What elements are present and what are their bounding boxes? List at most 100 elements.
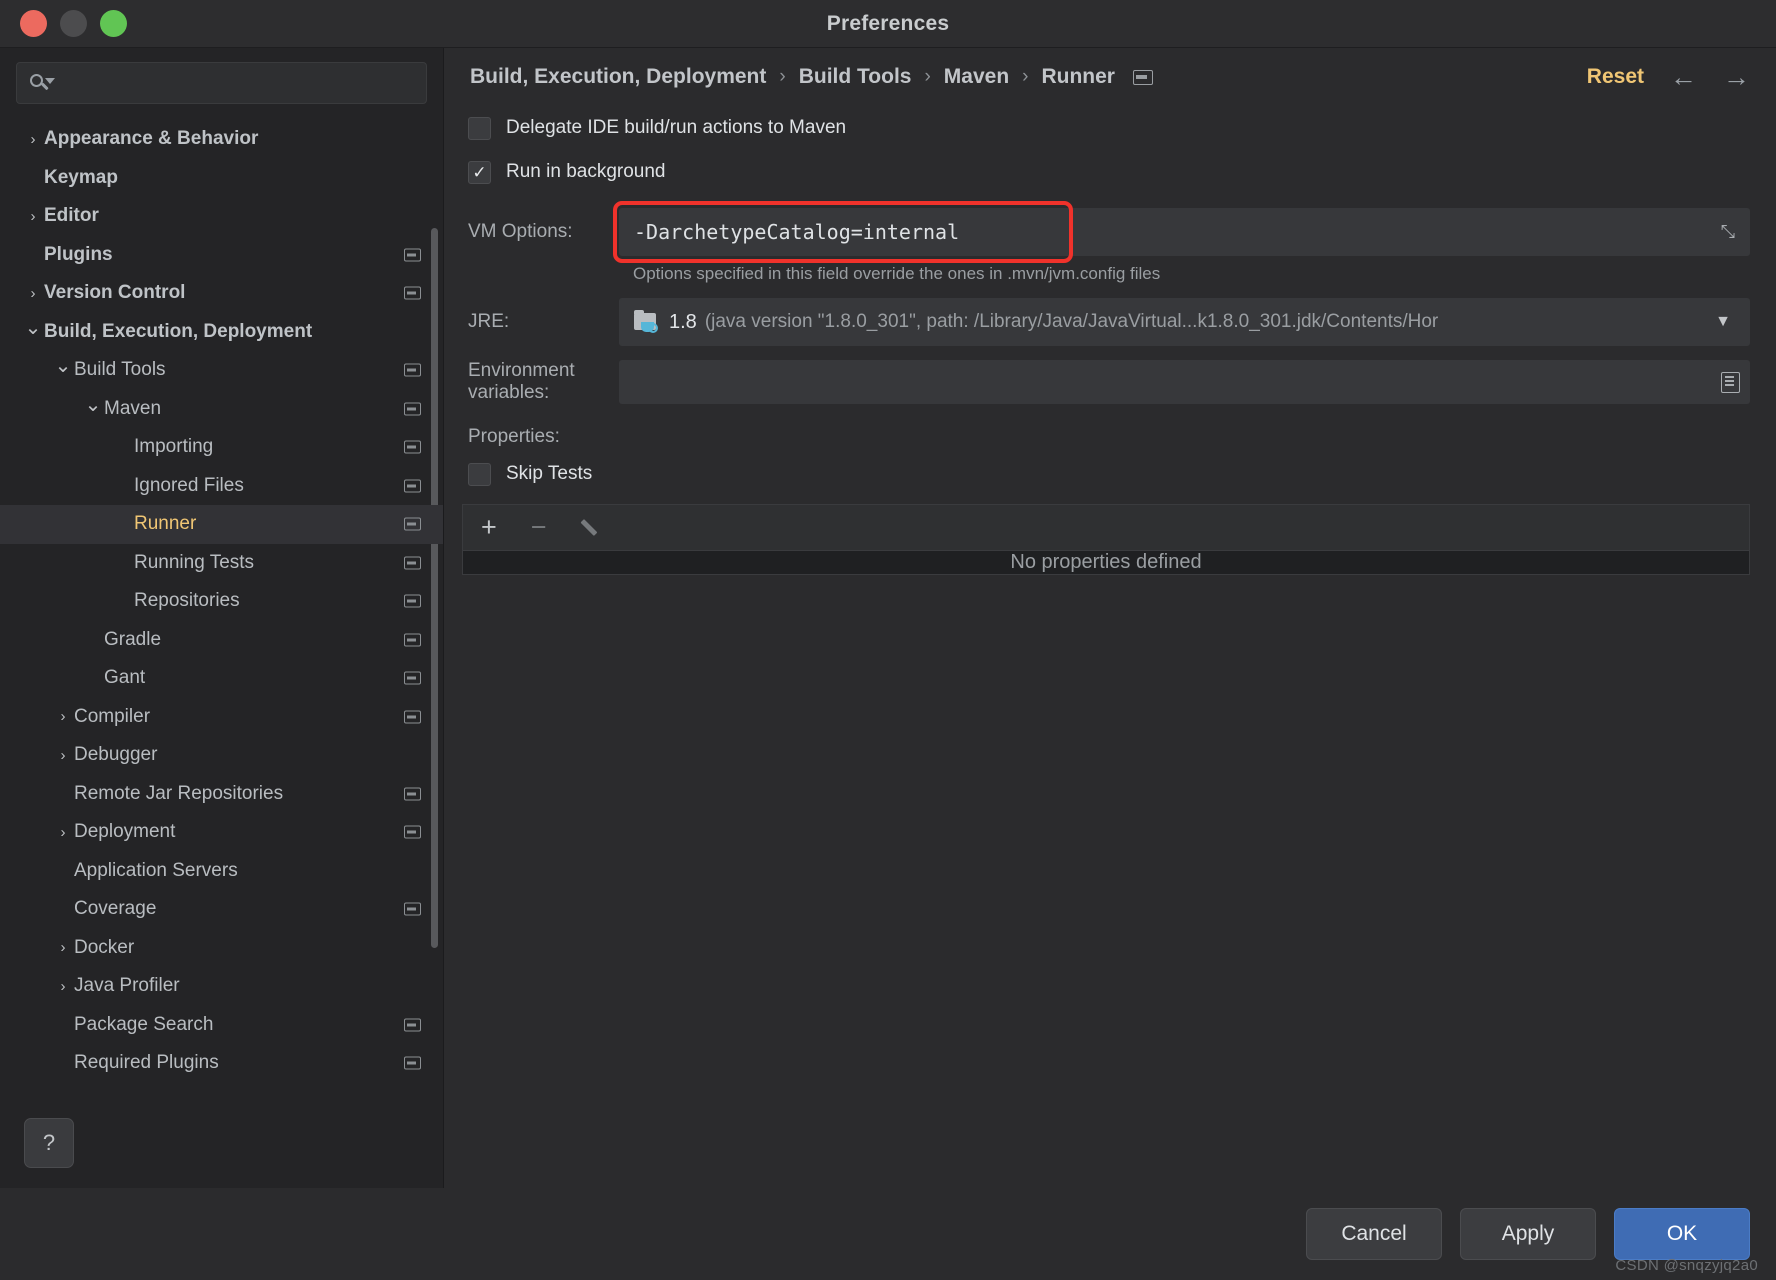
sidebar-item-gant[interactable]: ›Gant	[0, 659, 443, 698]
breadcrumb-part[interactable]: Build Tools	[799, 65, 912, 89]
vm-options-value: -DarchetypeCatalog=internal	[634, 220, 960, 244]
properties-toolbar: + −	[462, 504, 1750, 550]
run-background-row[interactable]: ✓ Run in background	[462, 150, 1750, 194]
reset-button[interactable]: Reset	[1587, 65, 1644, 89]
search-wrapper	[0, 48, 443, 116]
sidebar-item-label: Coverage	[74, 898, 157, 920]
cancel-button[interactable]: Cancel	[1306, 1208, 1442, 1260]
sidebar-item-build-execution-deployment[interactable]: ⌄ Build, Execution, Deployment	[0, 313, 443, 352]
breadcrumb-separator: ›	[779, 66, 786, 87]
sidebar-item-label: Deployment	[74, 821, 176, 843]
breadcrumb-part[interactable]: Build, Execution, Deployment	[470, 65, 766, 89]
ok-button[interactable]: OK	[1614, 1208, 1750, 1260]
help-button[interactable]: ?	[24, 1118, 74, 1168]
sidebar-item-label: Importing	[134, 436, 214, 458]
env-vars-row: Environment variables:	[462, 360, 1750, 404]
skip-tests-row[interactable]: Skip Tests	[462, 452, 1750, 496]
sidebar-item-label: Version Control	[44, 282, 186, 304]
search-box[interactable]	[16, 62, 427, 104]
sidebar-item-label: Build Tools	[74, 359, 166, 381]
sidebar-item-remote-jar-repositories[interactable]: ›Remote Jar Repositories	[0, 775, 443, 814]
sidebar-item-compiler[interactable]: › Compiler	[0, 698, 443, 737]
project-scope-icon	[404, 594, 421, 608]
chevron-right-icon[interactable]: ›	[52, 709, 74, 724]
chevron-right-icon[interactable]: ›	[22, 209, 44, 224]
project-scope-icon	[404, 248, 421, 262]
project-scope-icon	[404, 710, 421, 724]
sidebar-item-build-tools[interactable]: ⌄ Build Tools	[0, 351, 443, 390]
search-icon	[29, 72, 55, 94]
delegate-build-checkbox[interactable]	[468, 116, 491, 140]
chevron-right-icon[interactable]: ›	[22, 132, 44, 147]
sidebar-item-label: Application Servers	[74, 859, 238, 881]
project-scope-icon	[404, 787, 421, 801]
sidebar-item-label: Remote Jar Repositories	[74, 782, 284, 804]
run-background-label: Run in background	[506, 161, 666, 182]
chevron-right-icon[interactable]: ›	[52, 748, 74, 763]
jre-description: (java version "1.8.0_301", path: /Librar…	[704, 311, 1439, 332]
watermark: CSDN @snqzyjq2a0	[1615, 1257, 1758, 1274]
sidebar-item-application-servers[interactable]: ›Application Servers	[0, 852, 443, 891]
sidebar-item-editor[interactable]: › Editor	[0, 197, 443, 236]
sidebar-item-docker[interactable]: › Docker	[0, 929, 443, 968]
sidebar-item-debugger[interactable]: › Debugger	[0, 736, 443, 775]
vm-options-input[interactable]: -DarchetypeCatalog=internal ⤡	[619, 208, 1750, 256]
chevron-down-icon[interactable]: ⌄	[82, 395, 104, 415]
sidebar-item-repositories[interactable]: ›Repositories	[0, 582, 443, 621]
settings-content: Delegate IDE build/run actions to Maven …	[444, 106, 1776, 1188]
sidebar-item-label: Debugger	[74, 744, 158, 766]
sidebar-item-ignored-files[interactable]: ›Ignored Files	[0, 467, 443, 506]
add-property-button[interactable]: +	[481, 514, 497, 541]
forward-arrow-icon[interactable]: →	[1723, 63, 1750, 91]
sidebar-item-coverage[interactable]: ›Coverage	[0, 890, 443, 929]
breadcrumb-part[interactable]: Maven	[944, 65, 1009, 89]
chevron-down-icon[interactable]: ⌄	[22, 318, 44, 338]
sidebar-item-deployment[interactable]: › Deployment	[0, 813, 443, 852]
search-input[interactable]	[57, 74, 414, 92]
sidebar-item-runner[interactable]: ›Runner	[0, 505, 443, 544]
chevron-right-icon[interactable]: ›	[52, 940, 74, 955]
chevron-down-icon[interactable]: ⌄	[52, 356, 74, 376]
properties-table[interactable]: No properties defined	[462, 550, 1750, 575]
chevron-down-icon[interactable]: ▼	[1703, 313, 1743, 331]
sidebar-item-maven[interactable]: ⌄ Maven	[0, 390, 443, 429]
window-title: Preferences	[826, 11, 950, 35]
breadcrumb: Build, Execution, Deployment › Build Tools…	[470, 65, 1115, 89]
edit-list-icon[interactable]	[1721, 371, 1740, 393]
sidebar-item-keymap[interactable]: ›Keymap	[0, 159, 443, 198]
back-arrow-icon[interactable]: ←	[1670, 63, 1697, 91]
chevron-right-icon[interactable]: ›	[52, 825, 74, 840]
pencil-icon[interactable]	[581, 516, 604, 539]
sidebar-item-label: Required Plugins	[74, 1052, 219, 1074]
sidebar-item-running-tests[interactable]: ›Running Tests	[0, 544, 443, 583]
jre-combobox[interactable]: 1.8 (java version "1.8.0_301", path: /Li…	[619, 298, 1750, 346]
run-background-checkbox[interactable]: ✓	[468, 160, 491, 184]
expand-icon[interactable]: ⤡	[1721, 222, 1735, 243]
sidebar-item-label: Keymap	[44, 166, 118, 188]
sidebar-item-gradle[interactable]: ›Gradle	[0, 621, 443, 660]
dialog-footer: Cancel Apply OK CSDN @snqzyjq2a0	[0, 1188, 1776, 1280]
properties-empty-text: No properties defined	[1010, 551, 1202, 573]
sidebar-item-label: Build, Execution, Deployment	[44, 320, 313, 342]
sidebar-item-package-search[interactable]: ›Package Search	[0, 1006, 443, 1045]
remove-property-button[interactable]: −	[531, 514, 547, 541]
sidebar-item-version-control[interactable]: › Version Control	[0, 274, 443, 313]
project-scope-icon	[404, 825, 421, 839]
project-scope-icon	[404, 671, 421, 685]
sidebar-item-label: Ignored Files	[134, 474, 244, 496]
env-vars-input[interactable]	[619, 360, 1750, 404]
sidebar-item-plugins[interactable]: ›Plugins	[0, 236, 443, 275]
sidebar-item-importing[interactable]: ›Importing	[0, 428, 443, 467]
chevron-right-icon[interactable]: ›	[52, 979, 74, 994]
delegate-build-row[interactable]: Delegate IDE build/run actions to Maven	[462, 106, 1750, 150]
chevron-right-icon[interactable]: ›	[22, 286, 44, 301]
project-scope-icon	[404, 479, 421, 493]
skip-tests-checkbox[interactable]	[468, 462, 491, 486]
settings-tree[interactable]: ›Appearance & Behavior›Keymap›Editor›Plu…	[0, 116, 443, 1098]
sidebar-item-java-profiler[interactable]: › Java Profiler	[0, 967, 443, 1006]
sidebar-item-appearance-behavior[interactable]: › Appearance & Behavior	[0, 120, 443, 159]
sidebar-item-required-plugins[interactable]: ›Required Plugins	[0, 1044, 443, 1083]
breadcrumb-part[interactable]: Runner	[1041, 65, 1115, 89]
apply-button[interactable]: Apply	[1460, 1208, 1596, 1260]
vm-options-label: VM Options:	[468, 221, 573, 242]
